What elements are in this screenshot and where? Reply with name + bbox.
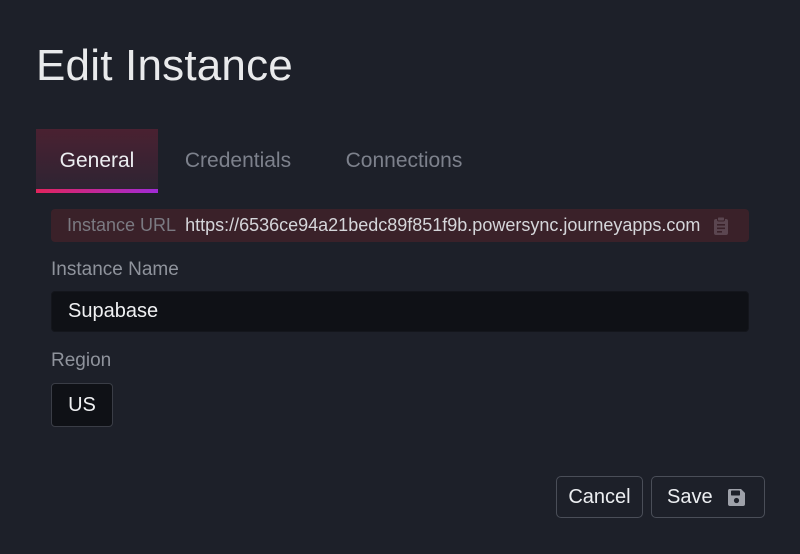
instance-url-row: Instance URL https://6536ce94a21bedc89f8…	[51, 209, 749, 242]
dialog-title: Edit Instance	[36, 41, 293, 90]
edit-instance-dialog: Edit Instance General Credentials Connec…	[0, 0, 800, 554]
region-label: Region	[51, 350, 112, 371]
tab-bar: General Credentials Connections	[36, 129, 490, 193]
tab-general[interactable]: General	[36, 129, 158, 193]
save-button[interactable]: Save	[651, 476, 765, 518]
instance-name-input[interactable]	[51, 291, 749, 332]
tab-connections[interactable]: Connections	[318, 129, 490, 193]
instance-name-label: Instance Name	[51, 259, 179, 280]
tab-credentials[interactable]: Credentials	[158, 129, 318, 193]
save-button-label: Save	[667, 485, 713, 508]
clipboard-icon[interactable]	[713, 216, 729, 236]
instance-url-value: https://6536ce94a21bedc89f851f9b.powersy…	[185, 215, 701, 235]
floppy-disk-icon	[727, 488, 746, 507]
instance-url-label: Instance URL	[67, 215, 177, 235]
cancel-button[interactable]: Cancel	[556, 476, 643, 518]
region-select[interactable]: US	[51, 383, 113, 427]
